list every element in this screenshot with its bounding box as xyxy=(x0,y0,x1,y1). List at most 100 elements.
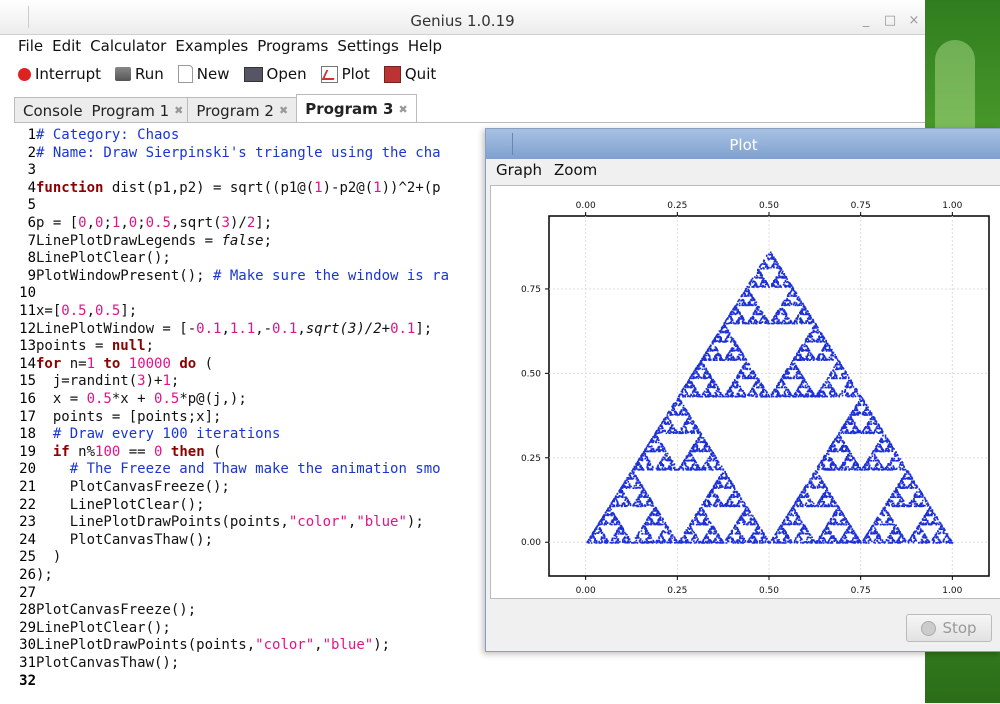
toolbar: Interrupt Run New Open Plot Quit xyxy=(0,58,943,90)
code-line[interactable]: 23 LinePlotDrawPoints(points,"color","bl… xyxy=(14,513,424,531)
open-button[interactable]: Open xyxy=(243,65,307,83)
code-line[interactable]: 27 xyxy=(14,584,36,602)
menu-help[interactable]: Help xyxy=(406,34,449,58)
interrupt-button[interactable]: Interrupt xyxy=(18,65,101,83)
code-line[interactable]: 17 points = [points;x]; xyxy=(14,408,221,426)
code-token: null xyxy=(111,338,146,355)
menu-settings[interactable]: Settings xyxy=(335,34,406,58)
tab-program-2[interactable]: Program 2 ✖ xyxy=(187,97,298,123)
minimize-icon[interactable]: _ xyxy=(855,10,877,32)
new-button[interactable]: New xyxy=(177,65,230,83)
code-line[interactable]: 31PlotCanvasThaw(); xyxy=(14,654,179,672)
code-line[interactable]: 14for n=1 to 10000 do ( xyxy=(14,355,213,373)
quit-label: Quit xyxy=(404,65,437,83)
code-token: # Category: Chaos xyxy=(36,127,180,143)
code-line[interactable]: 20 # The Freeze and Thaw make the animat… xyxy=(14,460,440,478)
line-number: 18 xyxy=(19,426,36,443)
menu-edit[interactable]: Edit xyxy=(50,34,88,58)
code-line[interactable]: 10 xyxy=(14,284,36,302)
close-tab-icon[interactable]: ✖ xyxy=(174,104,183,117)
plot-canvas[interactable]: 0.00 0.00 0.25 0.25 0.50 0.50 0.75 0.75 1.00 1.00… xyxy=(490,185,1000,599)
title-bar[interactable]: Genius 1.0.19 _ □ × xyxy=(0,0,925,35)
plot-label: Plot xyxy=(341,65,370,83)
code-token: 0.5 xyxy=(61,303,87,319)
code-token: 0.1 xyxy=(196,320,222,337)
menu-calculator[interactable]: Calculator xyxy=(88,34,173,58)
code-token: ]; xyxy=(415,320,433,337)
close-tab-icon[interactable]: ✖ xyxy=(398,103,407,116)
plot-title-bar[interactable]: Plot xyxy=(486,129,1000,159)
code-line[interactable]: 28PlotCanvasFreeze(); xyxy=(14,601,196,619)
code-line[interactable]: 16 x = 0.5*x + 0.5*p@(j,); xyxy=(14,390,247,408)
code-line[interactable]: 3 xyxy=(14,161,36,179)
code-line[interactable]: 5 xyxy=(14,196,36,214)
code-token: 1 xyxy=(86,355,96,372)
menu-examples[interactable]: Examples xyxy=(173,34,255,58)
code-line[interactable]: 2# Name: Draw Sierpinski's triangle usin… xyxy=(14,144,441,162)
code-line[interactable]: 32 xyxy=(14,672,36,690)
menu-file[interactable]: File xyxy=(0,34,50,58)
code-token: 1.1 xyxy=(229,320,256,337)
close-icon[interactable]: × xyxy=(903,10,925,32)
menu-zoom[interactable]: Zoom xyxy=(554,161,597,179)
code-line[interactable]: 1# Category: Chaos xyxy=(14,126,180,144)
x-tick-label: 0.25 xyxy=(667,586,687,596)
plot-button[interactable]: Plot xyxy=(320,65,370,83)
tab-console-program-1[interactable]: Console Program 1 ✖ xyxy=(14,97,189,123)
code-line[interactable]: 22 LinePlotClear(); xyxy=(14,496,205,514)
code-token: 0.5 xyxy=(154,391,180,407)
code-line[interactable]: 7LinePlotDrawLegends = false; xyxy=(14,232,272,250)
code-text: LinePlotClear(); xyxy=(36,619,171,637)
code-token: # Name: Draw Sierpinski's triangle using… xyxy=(36,144,441,161)
open-folder-icon xyxy=(243,66,263,82)
code-token: ); xyxy=(373,637,391,654)
code-token: == xyxy=(120,443,155,460)
code-token: 0.1 xyxy=(272,320,298,337)
code-line[interactable]: 11x=[0.5,0.5]; xyxy=(14,302,137,320)
run-button[interactable]: Run xyxy=(115,65,164,83)
code-line[interactable]: 4function dist(p1,p2) = sqrt((p1@(1)-p2@… xyxy=(14,179,441,197)
code-line[interactable]: 18 # Draw every 100 iterations xyxy=(14,425,280,443)
code-line[interactable]: 15 j=randint(3)+1; xyxy=(14,372,179,390)
menu-graph[interactable]: Graph xyxy=(496,161,542,179)
quit-button[interactable]: Quit xyxy=(383,65,437,83)
line-number: 22 xyxy=(19,496,36,513)
code-text: j=randint(3)+1; xyxy=(36,372,179,390)
code-line[interactable]: 12LinePlotWindow = [-0.1,1.1,-0.1,sqrt(3… xyxy=(14,320,432,338)
code-token: )+ xyxy=(145,373,163,390)
code-line[interactable]: 21 PlotCanvasFreeze(); xyxy=(14,478,230,496)
code-line[interactable]: 6p = [0,0;1,0;0.5,sqrt(3)/2]; xyxy=(14,214,273,232)
code-token: x=[ xyxy=(36,303,62,319)
run-label: Run xyxy=(135,65,164,83)
menu-bar: File Edit Calculator Examples Programs S… xyxy=(0,34,925,58)
code-text: PlotCanvasFreeze(); xyxy=(36,601,196,619)
code-token: ); xyxy=(406,514,424,531)
new-label: New xyxy=(196,65,230,83)
stop-button[interactable]: Stop xyxy=(906,614,992,642)
code-token: LinePlotClear(); xyxy=(36,496,205,513)
plot-menu-bar: Graph Zoom xyxy=(496,161,597,179)
code-line[interactable]: 9PlotWindowPresent(); # Make sure the wi… xyxy=(14,267,449,285)
code-text: function dist(p1,p2) = sqrt((p1@(1)-p2@(… xyxy=(36,179,441,197)
menu-programs[interactable]: Programs xyxy=(255,34,335,58)
new-file-icon xyxy=(177,65,193,83)
code-line[interactable]: 30LinePlotDrawPoints(points,"color","blu… xyxy=(14,636,390,654)
code-line[interactable]: 24 PlotCanvasThaw(); xyxy=(14,531,213,549)
code-token: 3 xyxy=(221,215,230,231)
code-line[interactable]: 8LinePlotClear(); xyxy=(14,249,171,267)
code-token: 2 xyxy=(246,215,256,231)
code-token: ( xyxy=(204,443,222,460)
code-line[interactable]: 25 ) xyxy=(14,548,61,566)
code-text: points = [points;x]; xyxy=(36,408,222,426)
tab-program-3[interactable]: Program 3 ✖ xyxy=(296,94,417,123)
maximize-icon[interactable]: □ xyxy=(879,10,901,32)
line-number: 23 xyxy=(19,514,36,531)
close-tab-icon[interactable]: ✖ xyxy=(279,104,288,117)
code-line[interactable]: 19 if n%100 == 0 then ( xyxy=(14,443,221,461)
code-line[interactable]: 13points = null; xyxy=(14,337,154,355)
line-number: 26 xyxy=(19,567,36,583)
y-tick-label: 0.50 xyxy=(521,369,541,379)
code-line[interactable]: 26); xyxy=(14,566,53,584)
code-token: LinePlotWindow = [- xyxy=(36,320,197,337)
code-line[interactable]: 29LinePlotClear(); xyxy=(14,619,171,637)
